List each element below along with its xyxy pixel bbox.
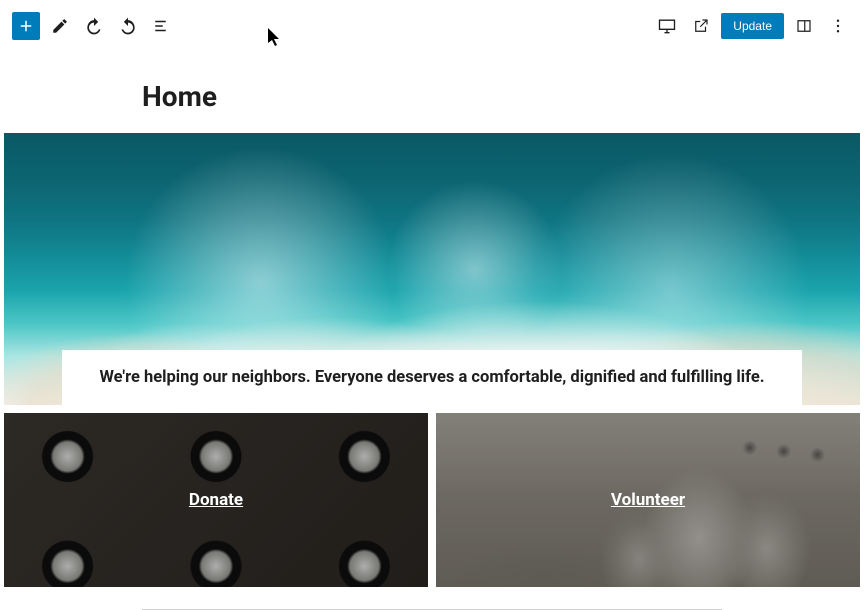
undo-icon — [84, 16, 104, 36]
card-columns: Donate Volunteer — [4, 413, 860, 587]
sidebar-toggle-button[interactable] — [790, 12, 818, 40]
external-link-icon — [692, 17, 710, 35]
toolbar-right-group: Update — [653, 12, 852, 40]
pencil-icon — [51, 17, 69, 35]
more-options-button[interactable] — [824, 12, 852, 40]
redo-button[interactable] — [114, 12, 142, 40]
plus-icon — [17, 17, 35, 35]
preview-button[interactable] — [687, 12, 715, 40]
update-button[interactable]: Update — [721, 13, 784, 39]
volunteer-link[interactable]: Volunteer — [611, 490, 685, 510]
page-title[interactable]: Home — [142, 80, 864, 113]
editor-toolbar: Update — [0, 0, 864, 52]
more-vertical-icon — [829, 17, 847, 35]
redo-icon — [118, 16, 138, 36]
edit-mode-button[interactable] — [46, 12, 74, 40]
hero-cover-block[interactable]: We're helping our neighbors. Everyone de… — [4, 133, 860, 405]
desktop-icon — [657, 16, 677, 36]
sidebar-icon — [795, 17, 813, 35]
toolbar-left-group — [12, 12, 176, 40]
volunteer-card[interactable]: Volunteer — [436, 413, 860, 587]
editor-canvas: Home We're helping our neighbors. Everyo… — [0, 80, 864, 610]
donate-link[interactable]: Donate — [189, 490, 243, 510]
hero-text[interactable]: We're helping our neighbors. Everyone de… — [62, 350, 802, 405]
donate-card[interactable]: Donate — [4, 413, 428, 587]
add-block-button[interactable] — [12, 12, 40, 40]
list-view-icon — [153, 17, 171, 35]
document-overview-button[interactable] — [148, 12, 176, 40]
view-desktop-button[interactable] — [653, 12, 681, 40]
undo-button[interactable] — [80, 12, 108, 40]
